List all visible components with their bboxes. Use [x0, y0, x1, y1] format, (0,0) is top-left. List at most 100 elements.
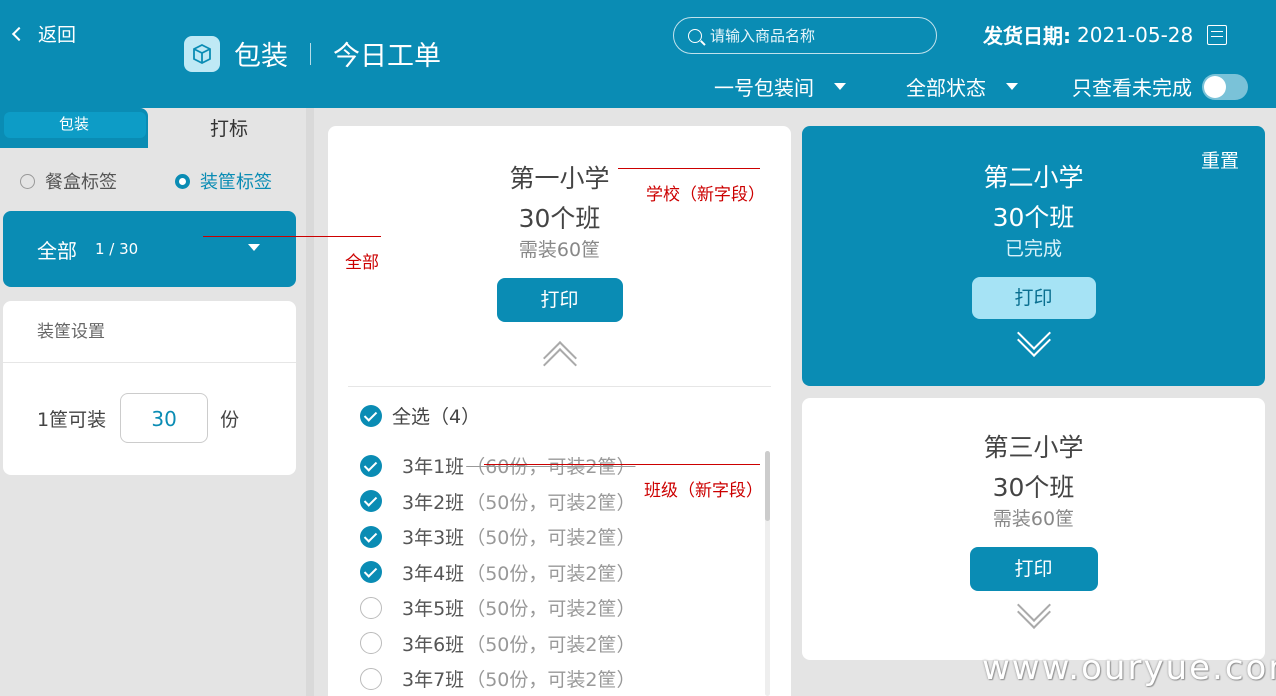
school-class-count: 30个班 [992, 203, 1075, 232]
print-button[interactable]: 打印 [969, 547, 1098, 591]
class-name: 3年7班 [402, 669, 465, 692]
class-item[interactable]: 3年3班 （50份，可装2筐） [360, 519, 760, 555]
basket-setting-card: 装筐设置 1筐可装 30 份 [3, 301, 296, 475]
all-filter-count: 1 / 30 [95, 240, 139, 258]
class-name: 3年3班 [402, 527, 465, 550]
school-name: 第三小学 [983, 433, 1084, 462]
main-area: 第一小学 30个班 需装60筐 打印 全选（4） 3年1班 （60份，可装2筐）… [314, 108, 1276, 696]
watermark: www.ouryue.com [982, 648, 1276, 688]
radio-meal-box-label[interactable]: 餐盒标签 [20, 168, 117, 194]
room-dropdown-label: 一号包装间 [714, 76, 814, 100]
expand-chevron-icon[interactable] [1014, 316, 1054, 361]
basket-setting-suffix: 份 [220, 408, 240, 431]
checked-icon [360, 404, 382, 427]
class-name: 3年6班 [402, 633, 465, 656]
class-name: 3年4班 [402, 562, 465, 585]
tab-pack[interactable]: 包装 [0, 108, 148, 148]
annotation-line [203, 236, 381, 237]
divider [348, 386, 771, 387]
annotation-school: 学校（新字段） [646, 185, 765, 205]
class-info: （50份，可装2筐） [466, 527, 636, 550]
class-item[interactable]: 3年7班 （50份，可装2筐） [360, 661, 760, 696]
box-icon [184, 35, 220, 72]
school-card-3: 第三小学 30个班 需装60筐 打印 [802, 398, 1265, 660]
annotation-line [484, 464, 760, 465]
unchecked-icon [360, 596, 382, 619]
class-name: 3年1班 [402, 456, 465, 479]
status-dropdown[interactable]: 全部状态 [906, 72, 1018, 101]
tab-print[interactable]: 打标 [152, 108, 306, 148]
checked-icon [360, 490, 382, 513]
school-card-1: 第一小学 30个班 需装60筐 打印 全选（4） 3年1班 （60份，可装2筐）… [328, 126, 791, 696]
checked-icon [360, 525, 382, 548]
ship-date-picker[interactable]: 发货日期: 2021-05-28 [983, 20, 1228, 49]
class-info: （50份，可装2筐） [466, 633, 636, 656]
class-info: （50份，可装2筐） [466, 491, 636, 514]
all-filter-label: 全部 [37, 238, 77, 263]
expand-chevron-icon[interactable] [1014, 588, 1054, 633]
checked-icon [360, 454, 382, 477]
select-all-checkbox[interactable]: 全选（4） [360, 402, 480, 429]
left-panel: 包装 打标 餐盒标签 装筐标签 全部 1 / 30 装筐设置 1筐可装 30 份 [0, 108, 306, 696]
ship-date-value: 2021-05-28 [1077, 22, 1194, 47]
all-filter-dropdown[interactable]: 全部 1 / 30 [3, 211, 296, 287]
caret-down-icon [834, 83, 846, 90]
print-button[interactable]: 打印 [496, 278, 623, 322]
unchecked-icon [360, 632, 382, 655]
school-basket-need: 需装60筐 [992, 508, 1075, 530]
radio-circle-icon [20, 173, 35, 189]
search-placeholder: 请输入商品名称 [710, 27, 816, 45]
chevron-left-icon [11, 26, 27, 41]
caret-down-icon [248, 244, 260, 251]
page-title-block: 包装 今日工单 [184, 34, 441, 73]
radio-label: 餐盒标签 [45, 172, 117, 193]
unfinished-toggle[interactable] [1202, 73, 1248, 100]
search-icon [688, 28, 702, 43]
status-dropdown-label: 全部状态 [906, 76, 986, 100]
class-item[interactable]: 3年4班 （50份，可装2筐） [360, 555, 760, 591]
caret-down-icon [1006, 83, 1018, 90]
class-item[interactable]: 3年5班 （50份，可装2筐） [360, 590, 760, 626]
scrollbar-thumb[interactable] [765, 451, 770, 521]
ship-date-label: 发货日期: [983, 24, 1071, 48]
school-name: 第二小学 [983, 163, 1084, 192]
toggle-label: 只查看未完成 [1072, 76, 1192, 100]
school-status: 已完成 [1004, 238, 1062, 260]
title-divider [310, 42, 311, 65]
top-header: 返回 包装 今日工单 请输入商品名称 发货日期: 2021-05-28 一号包装… [0, 0, 1276, 108]
toggle-knob [1204, 75, 1226, 98]
select-all-label: 全选（4） [392, 406, 481, 428]
basket-setting-row: 1筐可装 30 份 [3, 363, 296, 473]
basket-setting-title: 装筐设置 [3, 301, 296, 363]
radio-basket-label[interactable]: 装筐标签 [175, 168, 272, 194]
collapse-chevron-icon[interactable] [540, 340, 580, 382]
annotation-all: 全部 [345, 253, 379, 273]
radio-circle-icon [175, 173, 190, 189]
back-label: 返回 [38, 24, 77, 46]
school-card-2: 重置 第二小学 30个班 已完成 打印 [802, 126, 1265, 386]
unchecked-icon [360, 667, 382, 690]
calendar-icon[interactable] [1207, 24, 1228, 45]
class-item[interactable]: 3年6班 （50份，可装2筐） [360, 626, 760, 662]
print-button[interactable]: 打印 [971, 277, 1096, 319]
class-info: （50份，可装2筐） [466, 562, 636, 585]
search-input[interactable]: 请输入商品名称 [673, 17, 937, 54]
class-info: （50份，可装2筐） [466, 598, 636, 621]
class-name: 3年2班 [402, 491, 465, 514]
school-basket-need: 需装60筐 [518, 239, 601, 261]
checked-icon [360, 561, 382, 584]
radio-label: 装筐标签 [200, 172, 272, 193]
page-title: 包装 [234, 41, 288, 72]
back-button[interactable]: 返回 [11, 20, 77, 47]
basket-setting-prefix: 1筐可装 [37, 408, 107, 431]
tab-pack-label: 包装 [58, 115, 89, 133]
basket-capacity-input[interactable]: 30 [120, 393, 209, 443]
class-info: （60份，可装2筐） [466, 456, 636, 479]
unfinished-only-filter: 只查看未完成 [1072, 72, 1248, 101]
scrollbar[interactable] [765, 451, 770, 696]
label-type-radios: 餐盒标签 装筐标签 [20, 168, 290, 194]
room-dropdown[interactable]: 一号包装间 [714, 72, 846, 101]
class-name: 3年5班 [402, 598, 465, 621]
reset-button[interactable]: 重置 [1201, 146, 1239, 173]
page-subtitle: 今日工单 [333, 41, 441, 72]
